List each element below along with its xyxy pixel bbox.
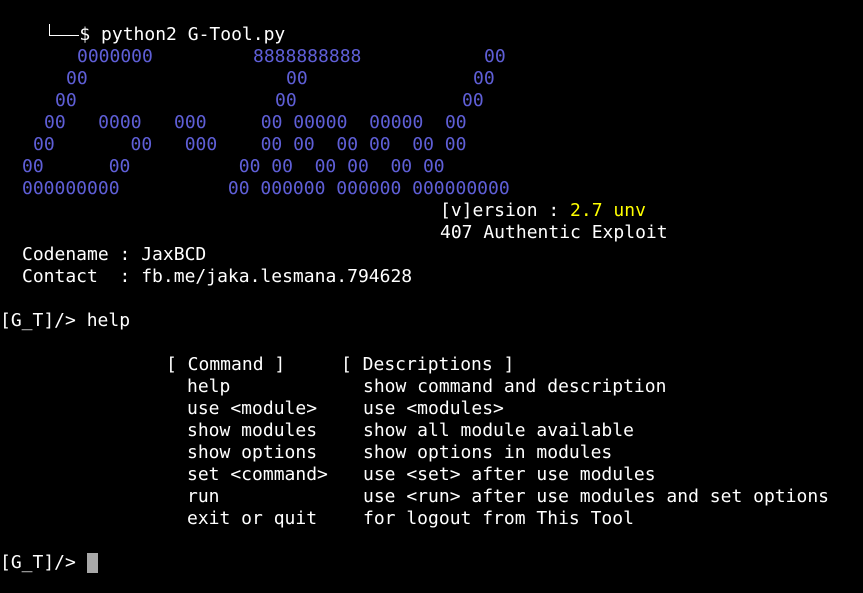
version-value: 2.7 unv [570,200,646,221]
help-row: help show command and description [0,376,863,398]
banner-art-segment: 8888888888 [253,46,362,67]
help-row-description: show options in modules [363,442,613,463]
codename-line: Codename : JaxBCD [0,244,863,266]
banner-art-line: 00 00 00 00 00 00 00 00 [0,156,863,178]
help-row-description: use <set> after use modules [363,464,656,485]
help-row-command: show modules [187,420,318,441]
banner-art-line: 00 00 000 00 00 00 00 00 00 [0,134,863,156]
tagline-line: 407 Authentic Exploit [0,222,863,244]
codename-label: Codename : [22,244,142,265]
help-header-row: [ Command ] [ Descriptions ] [0,354,863,376]
help-header-description: [ Descriptions ] [341,354,515,375]
help-row-description: for logout from This Tool [363,508,634,529]
help-row: show modules show all module available [0,420,863,442]
banner-art-segment: 00 [473,68,495,89]
banner-art-segment: 00 00 00 00 00 00 00 00 [22,156,445,177]
help-row: run use <run> after use modules and set o… [0,486,863,508]
contact-line: Contact : fb.me/jaka.lesmana.794628 [0,266,863,288]
text-cursor[interactable] [86,553,98,573]
banner-art-segment: 00 [462,90,484,111]
tagline: 407 Authentic Exploit [440,222,668,243]
banner-art-line: 00 0000 000 00 00000 00000 00 [0,112,863,134]
help-row-command: use <module> [187,398,318,419]
help-row-command: run [187,486,220,507]
banner-art-segment: 00 [66,68,88,89]
banner-art-segment: 00 [55,90,77,111]
contact-value: fb.me/jaka.lesmana.794628 [141,266,413,287]
help-row-description: show command and description [363,376,667,397]
banner-art-line: 00 00 00 [0,90,863,112]
help-row: use <module> use <modules> [0,398,863,420]
contact-label: Contact : [22,266,142,287]
shell-prompt-line: $ python2 G-Tool.py [0,2,863,45]
banner-art-line: 000000000 00 000000 000000 000000000 [0,178,863,200]
version-label: [v]ersion : [440,200,571,221]
entered-command: help [86,310,131,331]
banner-art-segment: 00 [286,68,308,89]
help-row-description: use <run> after use modules and set opti… [363,486,829,507]
help-row: set <command> use <set> after use modules [0,464,863,486]
banner-art-segment: 00 0000 000 00 00000 00000 00 [44,112,467,133]
banner-art-segment: 00 [275,90,297,111]
banner-art-line: 0000000 8888888888 00 [0,46,863,68]
help-row-description: show all module available [363,420,634,441]
help-header-command: [ Command ] [166,354,286,375]
session-prompt: [G_T]/> [0,310,87,331]
help-row: exit or quit for logout from This Tool [0,508,863,530]
help-row-description: use <modules> [363,398,504,419]
banner-art-segment: 0000000 [77,46,153,67]
final-prompt: [G_T]/> [0,552,87,573]
banner-art-segment: 00 [484,46,506,67]
help-row: show options show options in modules [0,442,863,464]
banner-art-segment: 000000000 00 000000 000000 000000000 [22,178,510,199]
help-row-command: show options [187,442,318,463]
final-prompt-line[interactable]: [G_T]/> [0,552,863,574]
session-prompt-line: [G_T]/> help [0,310,863,332]
help-row-command: help [187,376,231,397]
banner-art-segment: 00 00 000 00 00 00 00 00 00 [33,134,467,155]
version-line: [v]ersion : 2.7 unv [0,200,863,222]
help-row-command: exit or quit [187,508,318,529]
codename-value: JaxBCD [141,244,207,265]
help-row-command: set <command> [187,464,328,485]
banner-art-line: 00 00 00 [0,68,863,90]
terminal-window[interactable]: $ python2 G-Tool.py 0000000 8888888888 00 … [0,0,863,593]
